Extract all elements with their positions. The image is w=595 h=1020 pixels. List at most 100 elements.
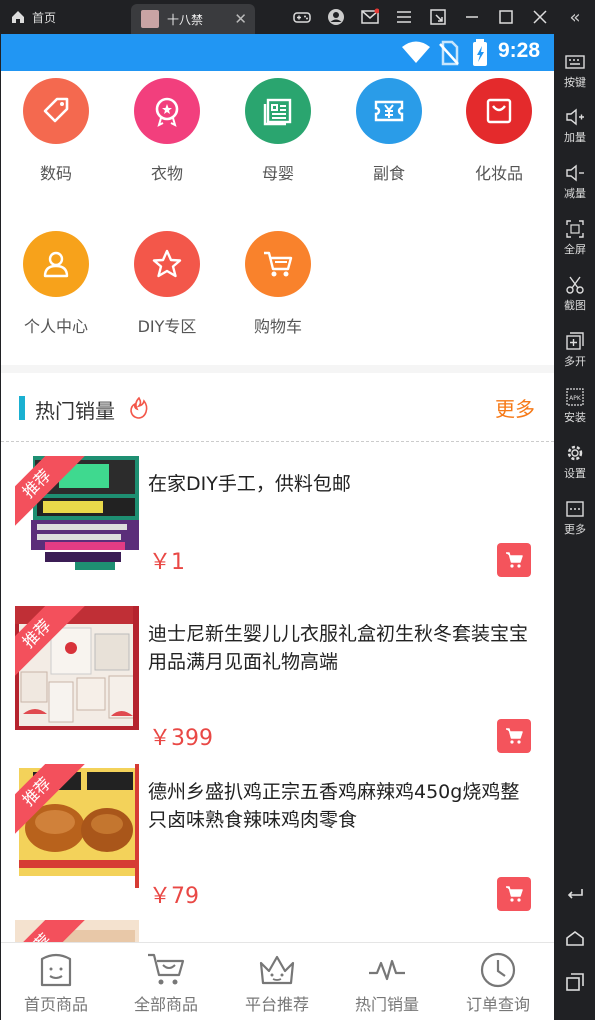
menu-icon[interactable] <box>387 8 421 26</box>
home-box-icon <box>40 953 72 987</box>
category-personal-center[interactable]: 个人中心 <box>6 231 106 337</box>
category-label: DIY专区 <box>137 317 197 336</box>
tab-close-icon[interactable]: ✕ <box>234 10 247 28</box>
product-price: ￥399 <box>149 726 213 751</box>
home-tab[interactable]: 首页 <box>10 4 56 30</box>
volume-up-icon <box>566 108 584 126</box>
sidebar-item-volume-up[interactable]: 加量 <box>555 107 595 145</box>
cart-icon <box>506 728 523 744</box>
cart-icon <box>506 886 523 902</box>
apk-icon: APK <box>566 388 584 406</box>
android-back-button[interactable] <box>555 884 595 906</box>
product-card[interactable]: 推荐 迪士尼新生婴儿儿衣服礼盒初生秋冬套装宝宝用品满月见面礼物高端 ￥399 <box>1 606 554 753</box>
gear-icon <box>567 445 583 461</box>
section-divider <box>1 365 554 373</box>
add-to-cart-button[interactable] <box>497 543 531 577</box>
clock-time: 9:28 <box>498 39 541 62</box>
more-icon <box>566 501 584 517</box>
category-digital[interactable]: 数码 <box>6 78 106 184</box>
product-image[interactable]: 推荐 <box>15 764 139 888</box>
nav-all-products[interactable]: 全部商品 <box>111 949 221 1015</box>
sidebar-item-settings[interactable]: 设置 <box>555 443 595 481</box>
pulse-icon <box>369 959 405 981</box>
category-snacks[interactable]: 副食 <box>339 78 439 184</box>
sidebar-item-label: 多开 <box>564 355 586 368</box>
star-icon <box>152 249 182 278</box>
nav-label: 全部商品 <box>133 995 198 1014</box>
nav-home-products[interactable]: 首页商品 <box>1 949 111 1015</box>
add-to-cart-button[interactable] <box>497 877 531 911</box>
product-card[interactable]: 推荐 在家DIY手工，供料包邮 ￥1 <box>1 456 554 586</box>
product-title: 在家DIY手工，供料包邮 <box>148 473 351 495</box>
product-image[interactable]: 推荐 <box>15 606 139 730</box>
sidebar-item-label: 更多 <box>564 523 586 536</box>
status-bar: 9:28 <box>1 34 554 71</box>
section-title: 热门销量 <box>35 399 115 423</box>
nav-order-query[interactable]: 订单查询 <box>443 949 553 1015</box>
sidebar-item-volume-down[interactable]: 减量 <box>555 163 595 201</box>
product-card[interactable]: 推荐 德州乡盛扒鸡正宗五香鸡麻辣鸡450g烧鸡整只卤味熟食辣味鸡肉零食 ￥79 <box>1 764 554 911</box>
nav-hot-sales[interactable]: 热门销量 <box>332 949 442 1015</box>
nav-platform-recommend[interactable]: 平台推荐 <box>222 949 332 1015</box>
android-recents-button[interactable] <box>555 972 595 994</box>
nav-label: 首页商品 <box>23 995 88 1014</box>
category-cosmetics[interactable]: 化妆品 <box>449 78 549 184</box>
category-diy[interactable]: DIY专区 <box>117 231 217 337</box>
sidebar-item-label: 设置 <box>564 467 586 480</box>
screenshot-icon[interactable] <box>421 8 455 26</box>
product-image[interactable]: 推荐 <box>15 456 139 580</box>
hot-sales-header: 热门销量 更多 <box>1 390 554 430</box>
section-accent-bar <box>19 396 25 420</box>
scissors-icon <box>566 276 584 294</box>
category-shopping-cart[interactable]: 购物车 <box>228 231 328 337</box>
app-thumbnail <box>141 10 159 28</box>
product-title: 德州乡盛扒鸡正宗五香鸡麻辣鸡450g烧鸡整只卤味熟食辣味鸡肉零食 <box>148 781 520 831</box>
app-tab-label: 十八禁 <box>167 12 204 27</box>
volume-down-icon <box>566 164 584 182</box>
multi-instance-icon <box>566 332 584 350</box>
home-icon <box>566 931 584 946</box>
product-title: 迪士尼新生婴儿儿衣服礼盒初生秋冬套装宝宝用品满月见面礼物高端 <box>148 623 529 673</box>
nav-label: 订单查询 <box>465 995 530 1014</box>
sidebar-item-more[interactable]: 更多 <box>555 499 595 537</box>
sidebar-item-multi[interactable]: 多开 <box>555 331 595 369</box>
emulator-titlebar: 首页 十八禁 ✕ « <box>0 0 595 34</box>
crown-icon <box>259 955 295 985</box>
sidebar-item-label: 截图 <box>564 299 586 312</box>
home-icon <box>12 11 24 23</box>
maximize-icon[interactable] <box>489 8 523 26</box>
phone-screen: 9:28 数码 衣物 母婴 副食 化妆品 个人中心 DIY专区 购物车 热门销量… <box>1 34 554 1020</box>
category-label: 副食 <box>372 164 405 183</box>
ticket-icon <box>374 100 404 122</box>
cart-icon <box>148 953 185 985</box>
sidebar-item-screenshot[interactable]: 截图 <box>555 275 595 313</box>
sidebar-item-label: 全屏 <box>564 243 586 256</box>
sidebar-item-label: 减量 <box>564 187 586 200</box>
back-icon <box>567 889 583 899</box>
gamepad-icon[interactable] <box>285 8 319 26</box>
product-price: ￥79 <box>149 884 199 909</box>
sidebar-item-fullscreen[interactable]: 全屏 <box>555 219 595 257</box>
cart-icon <box>506 552 523 568</box>
account-icon[interactable] <box>319 8 353 26</box>
wifi-icon <box>402 41 430 63</box>
android-home-button[interactable] <box>555 929 595 951</box>
more-link[interactable]: 更多 <box>495 393 535 422</box>
home-tab-label: 首页 <box>32 10 57 25</box>
mail-icon[interactable] <box>353 8 387 26</box>
sidebar-item-label: 安装 <box>564 411 586 424</box>
clock-icon <box>480 952 516 988</box>
minimize-icon[interactable] <box>455 8 489 26</box>
sidebar-item-install[interactable]: APK 安装 <box>555 387 595 425</box>
category-label: 衣物 <box>150 164 183 183</box>
collapse-sidebar-icon[interactable]: « <box>556 2 594 32</box>
sidebar-item-label: 按键 <box>564 76 586 89</box>
category-maternal-baby[interactable]: 母婴 <box>228 78 328 184</box>
document-icon <box>263 98 292 126</box>
category-clothing[interactable]: 衣物 <box>117 78 217 184</box>
app-tab[interactable]: 十八禁 ✕ <box>131 4 255 34</box>
sidebar-item-keys[interactable]: 按键 <box>555 52 595 90</box>
sidebar-item-label: 加量 <box>564 131 586 144</box>
close-icon[interactable] <box>523 8 557 26</box>
add-to-cart-button[interactable] <box>497 719 531 753</box>
